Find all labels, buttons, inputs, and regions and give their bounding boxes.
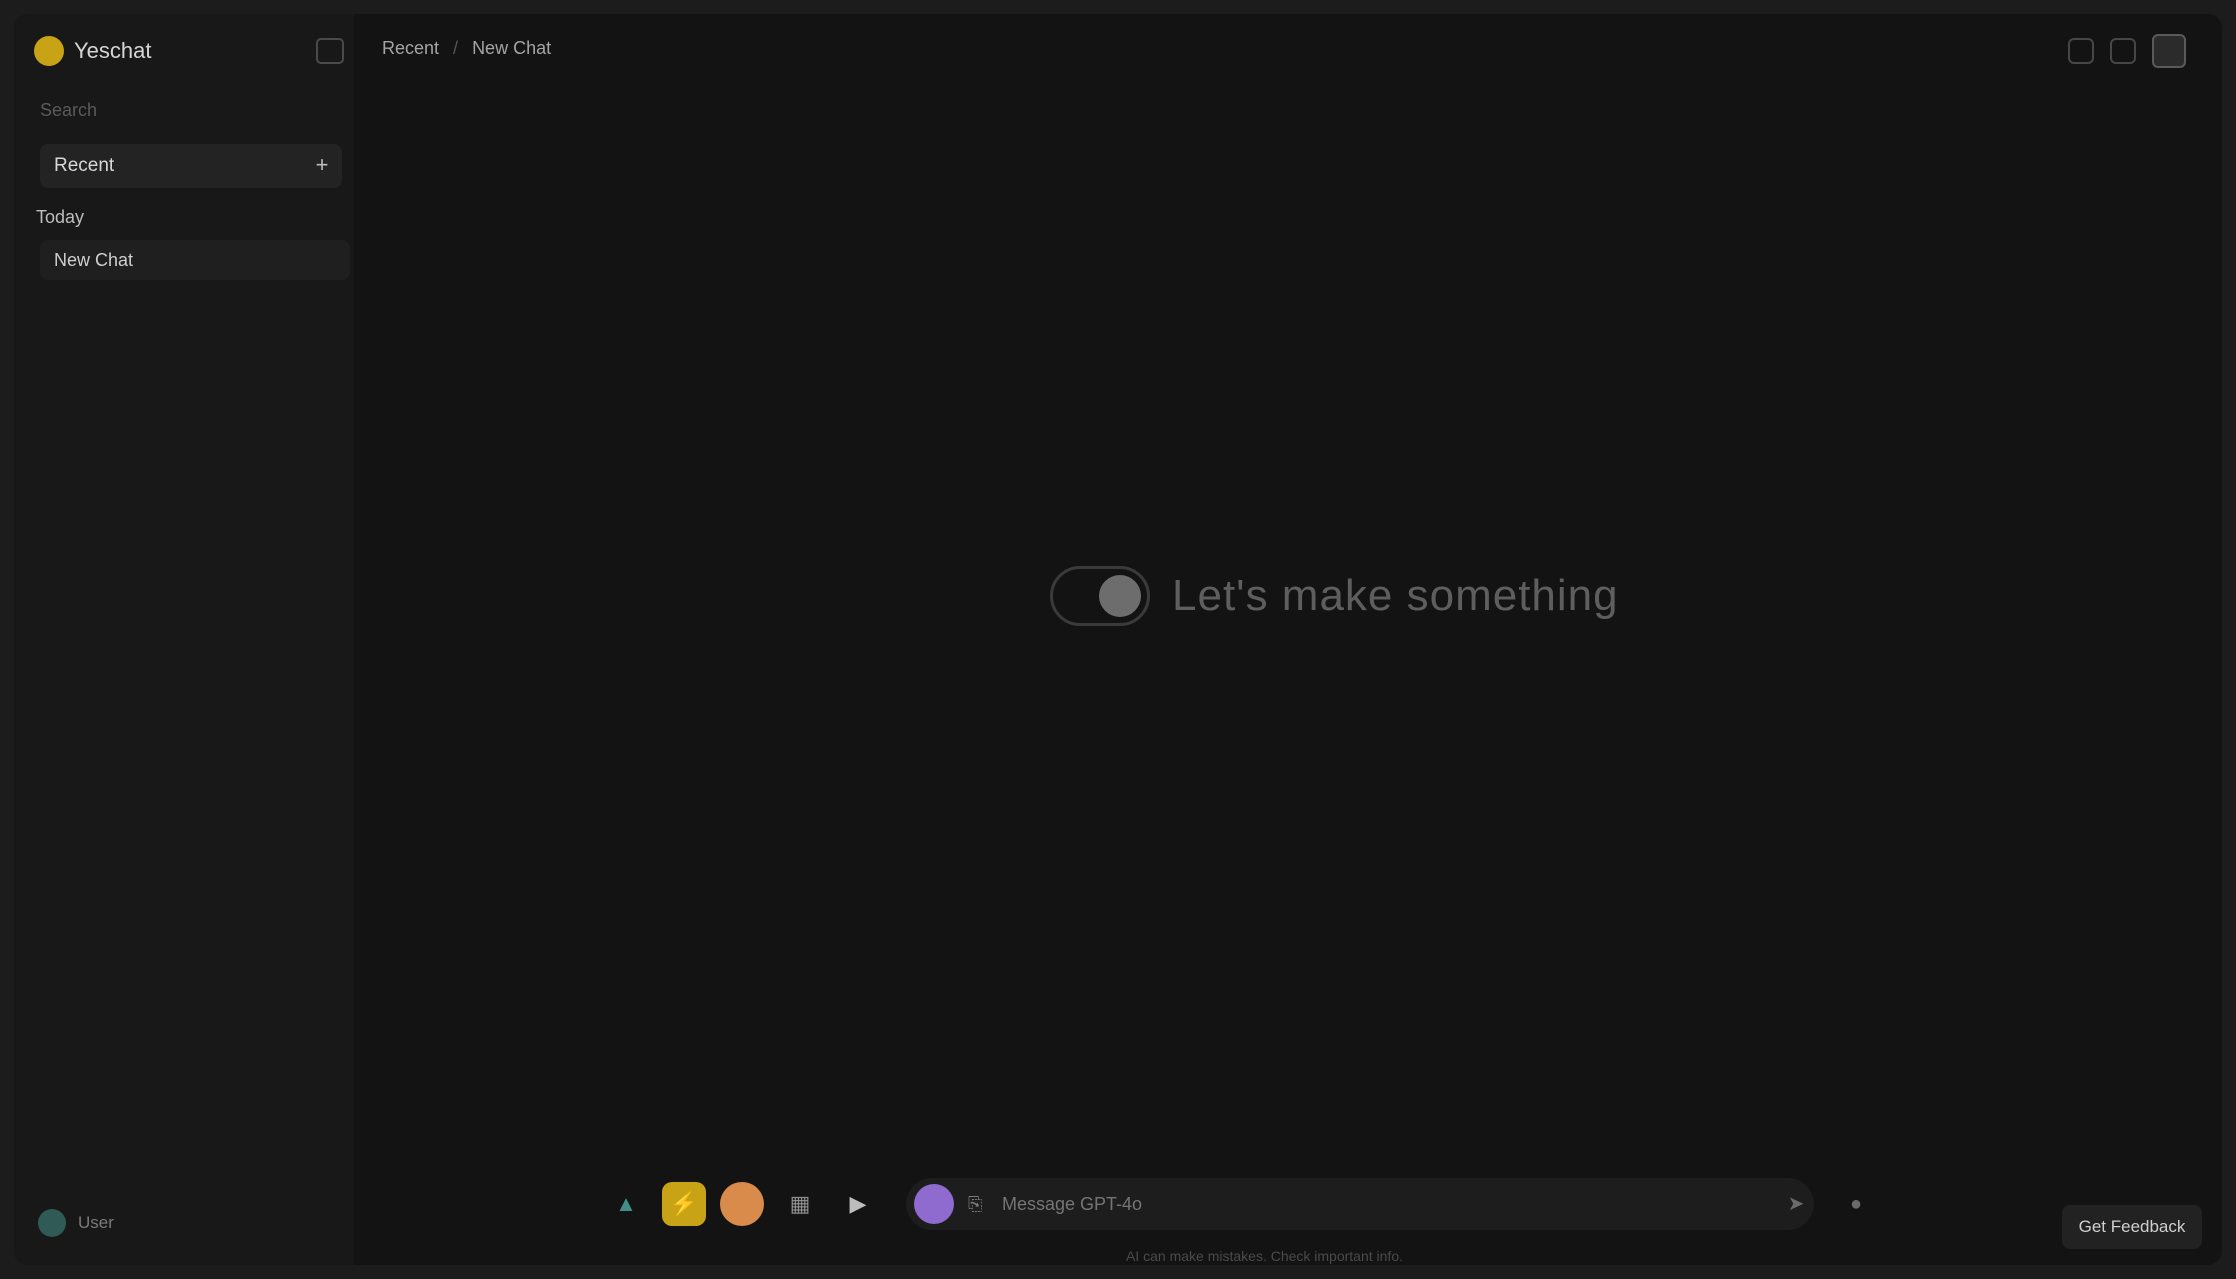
add-chat-button[interactable]: + bbox=[310, 152, 334, 178]
sidebar-item-chat[interactable]: New Chat bbox=[40, 240, 350, 280]
app-window: Yeschat Search Recent + Today New Chat U… bbox=[14, 14, 2222, 1265]
avatar-tool-icon[interactable] bbox=[720, 1182, 764, 1226]
chat-item-label: New Chat bbox=[54, 250, 134, 270]
lightning-tool-icon[interactable]: ⚡ bbox=[662, 1182, 706, 1226]
model-avatar-icon[interactable] bbox=[914, 1184, 954, 1224]
user-menu[interactable]: User bbox=[38, 1209, 114, 1237]
sidebar-section[interactable]: Recent + bbox=[40, 144, 342, 188]
grid-tool-icon[interactable]: ▦ bbox=[778, 1182, 822, 1226]
composer: ▲ ⚡ ▦ ▶ ⎘ ➤ ● bbox=[604, 1174, 1874, 1234]
panel-toggle-icon[interactable] bbox=[2152, 34, 2186, 68]
user-name: User bbox=[78, 1213, 114, 1232]
disclaimer-text: AI can make mistakes. Check important in… bbox=[1126, 1248, 1403, 1264]
brand-name: Yeschat bbox=[74, 38, 152, 63]
toggle-icon bbox=[1050, 566, 1150, 626]
breadcrumb-item-0[interactable]: Recent bbox=[382, 38, 439, 59]
sidebar-section-label: Recent bbox=[54, 155, 115, 176]
video-tool-icon[interactable]: ▶ bbox=[836, 1182, 880, 1226]
send-icon[interactable]: ➤ bbox=[1778, 1186, 1814, 1222]
settings-icon[interactable] bbox=[2110, 38, 2136, 64]
attach-icon[interactable]: ⎘ bbox=[968, 1194, 986, 1214]
message-input-wrap[interactable]: ⎘ ➤ bbox=[906, 1178, 1814, 1230]
breadcrumb-separator: / bbox=[453, 38, 459, 58]
sidebar-group-label: Today bbox=[36, 207, 85, 227]
brand[interactable]: Yeschat bbox=[34, 36, 151, 66]
avatar bbox=[38, 1209, 66, 1237]
breadcrumb-item-1: New Chat bbox=[472, 38, 552, 58]
breadcrumb: Recent / New Chat bbox=[382, 38, 551, 59]
triangle-tool-icon[interactable]: ▲ bbox=[604, 1182, 648, 1226]
message-input[interactable] bbox=[1000, 1192, 1778, 1216]
brand-logo-icon bbox=[34, 36, 64, 66]
share-icon[interactable] bbox=[2068, 38, 2094, 64]
feedback-button[interactable]: Get Feedback bbox=[2062, 1205, 2202, 1249]
sidebar: Yeschat Search Recent + Today New Chat U… bbox=[14, 14, 354, 1265]
sidebar-search[interactable]: Search bbox=[40, 100, 340, 130]
collapse-sidebar-button[interactable] bbox=[316, 38, 344, 64]
empty-state-title: Let's make something bbox=[1172, 571, 1619, 620]
empty-state: Let's make something bbox=[1050, 566, 1619, 626]
mic-icon[interactable]: ● bbox=[1838, 1186, 1874, 1222]
top-actions bbox=[2068, 34, 2186, 68]
